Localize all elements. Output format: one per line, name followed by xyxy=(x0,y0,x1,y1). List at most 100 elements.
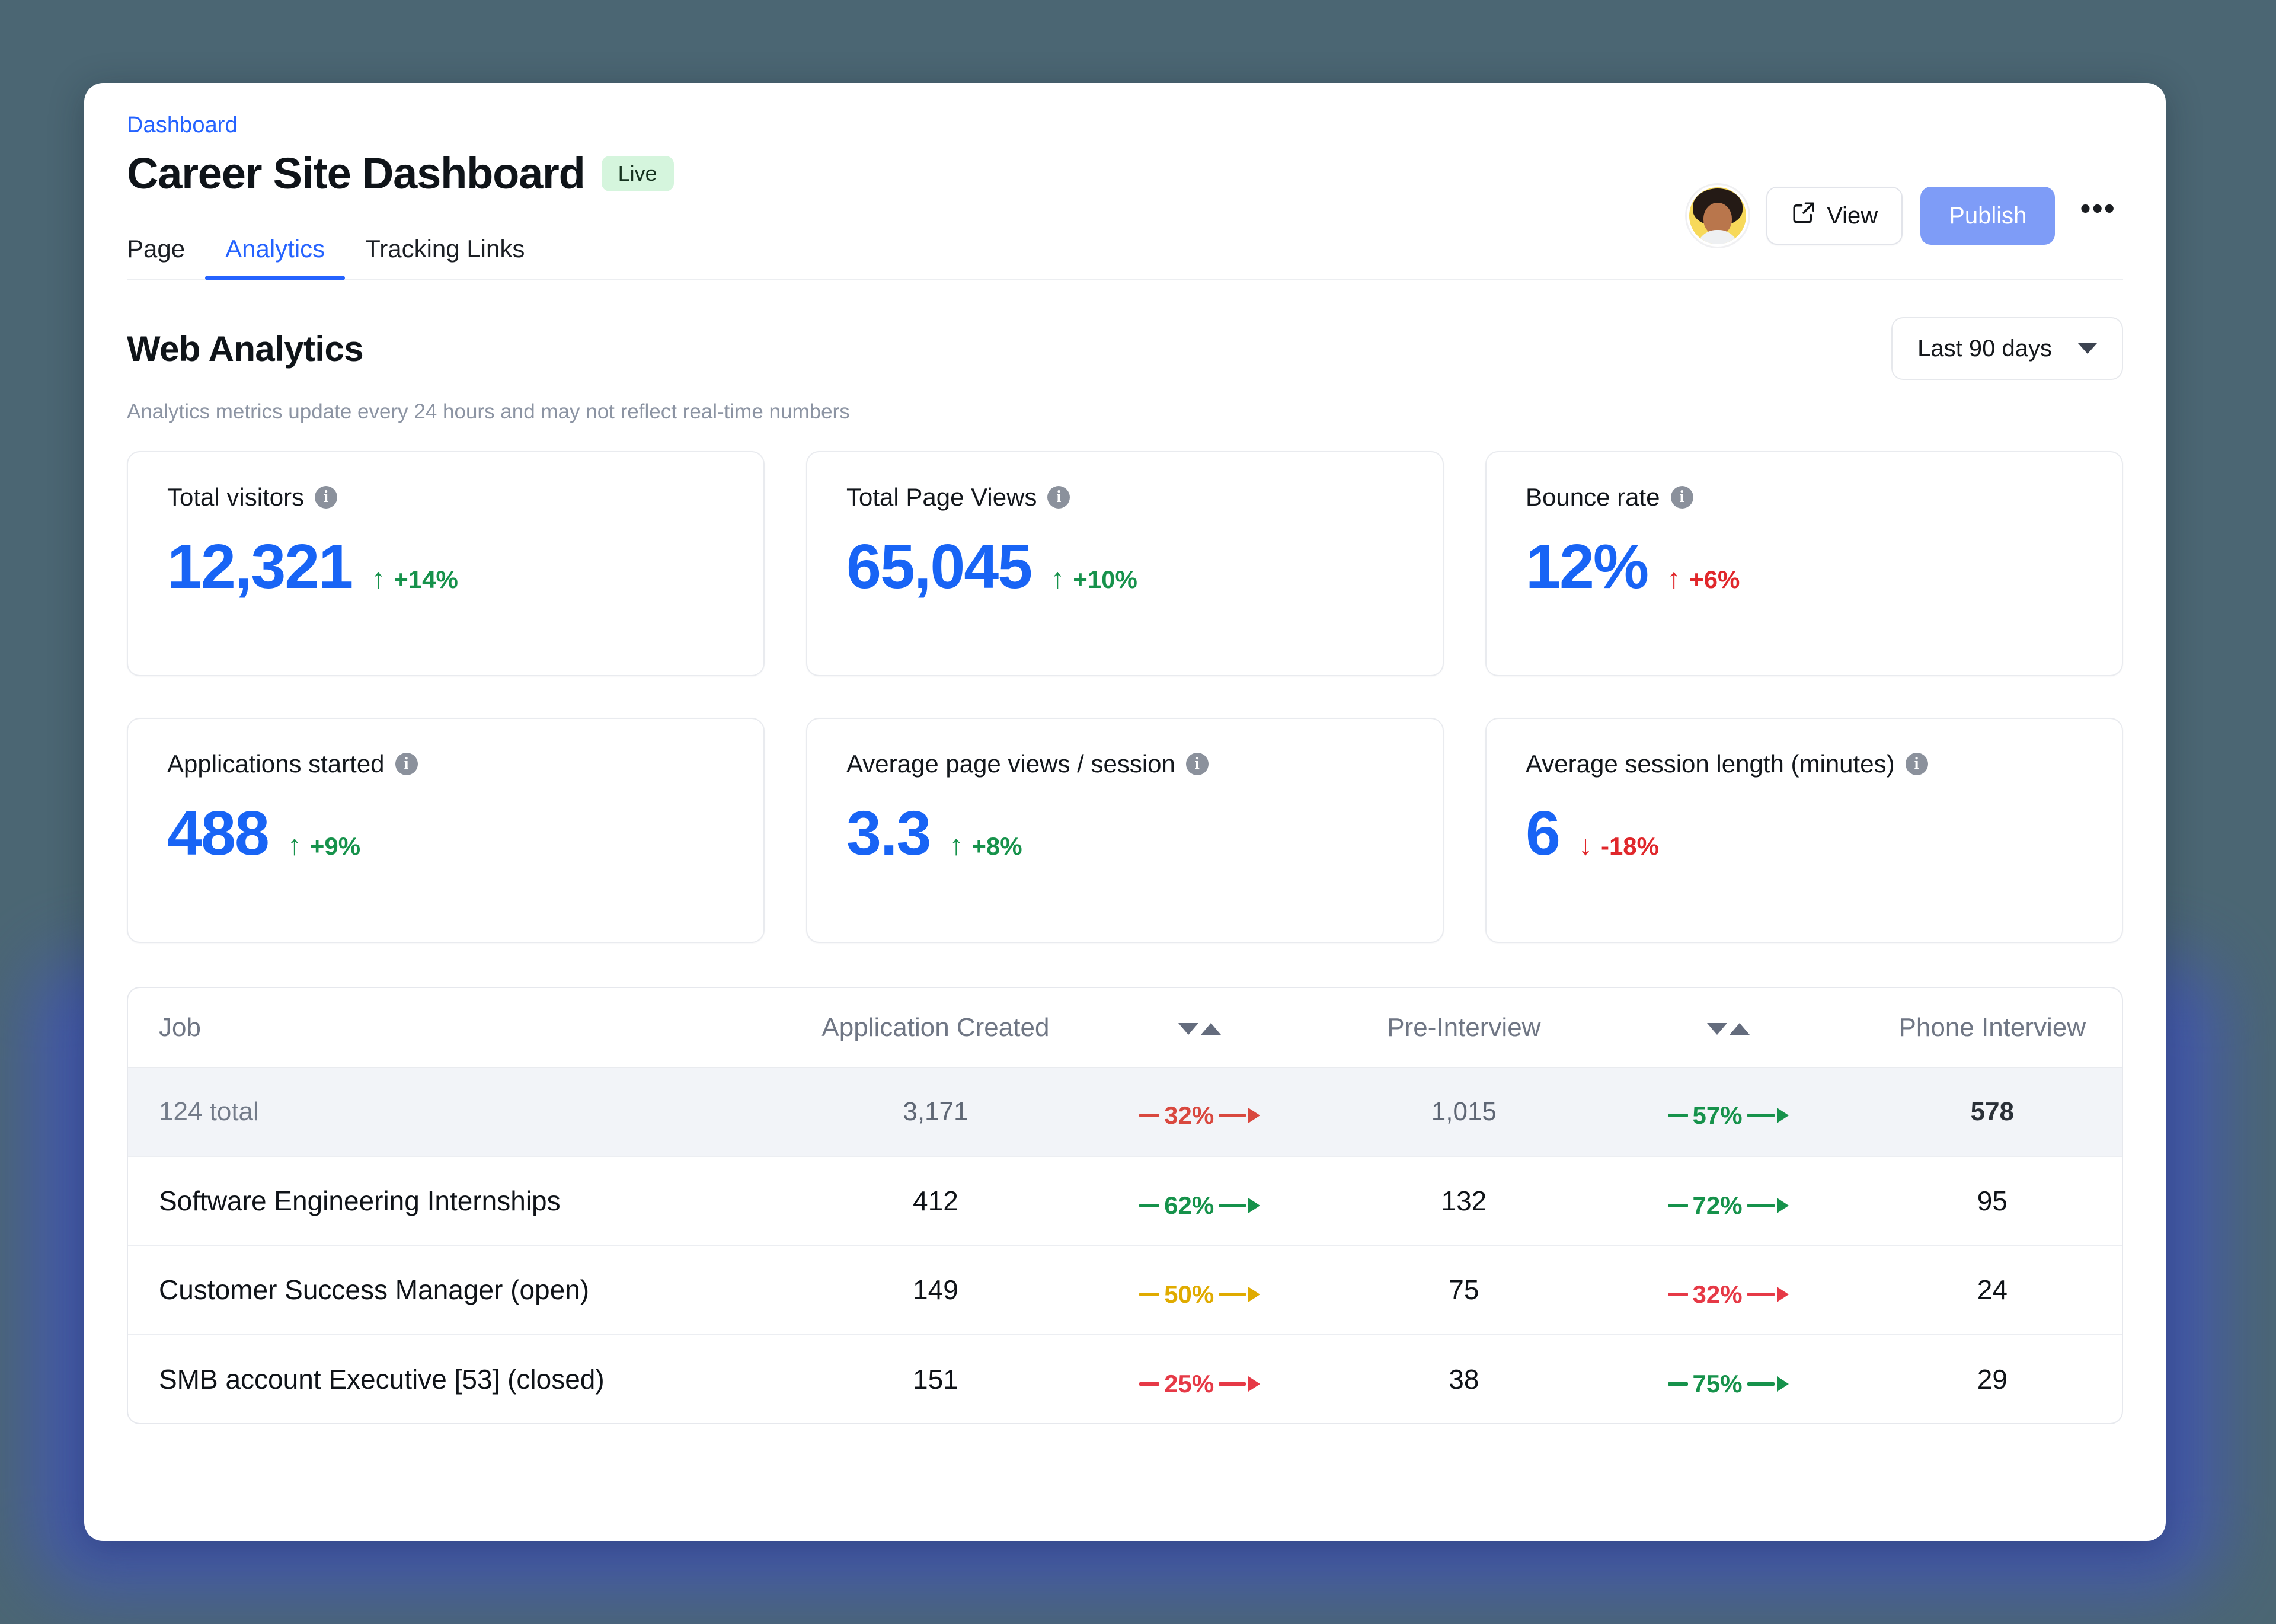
metric-value-row: 488 ↑ +9% xyxy=(167,802,724,865)
conversion-line-right xyxy=(1219,1114,1246,1117)
arrow-up-icon: ↑ xyxy=(1667,565,1681,593)
metric-delta: ↓ -18% xyxy=(1578,832,1659,861)
breadcrumb[interactable]: Dashboard xyxy=(127,111,2123,140)
arrow-right-icon xyxy=(1248,1198,1260,1213)
metric-card-avg-session-length: Average session length (minutes) i 6 ↓ -… xyxy=(1485,718,2123,943)
metric-label: Total Page Views i xyxy=(846,483,1404,512)
triangle-down-icon xyxy=(1178,1023,1198,1035)
info-icon[interactable]: i xyxy=(395,753,418,775)
info-icon[interactable]: i xyxy=(1186,753,1209,775)
conversion-value: 25% xyxy=(1164,1370,1214,1398)
metric-label: Average session length (minutes) i xyxy=(1526,750,2083,778)
metric-delta-value: +10% xyxy=(1073,565,1137,594)
arrow-up-icon: ↑ xyxy=(287,832,302,860)
column-header-sort-2[interactable] xyxy=(1594,988,1863,1067)
metric-delta: ↑ +6% xyxy=(1667,565,1740,594)
metric-label: Average page views / session i xyxy=(846,750,1404,778)
header-actions: View Publish ••• xyxy=(1687,185,2123,247)
row-pre-interview: 132 xyxy=(1334,1156,1593,1245)
totals-conversion-2: 57% xyxy=(1594,1067,1863,1156)
metric-label-text: Average page views / session xyxy=(846,750,1175,778)
row-application-created: 151 xyxy=(806,1334,1065,1423)
arrow-right-icon xyxy=(1777,1287,1789,1302)
avatar-body xyxy=(1696,230,1739,247)
date-range-select[interactable]: Last 90 days xyxy=(1891,317,2123,380)
table-row[interactable]: Software Engineering Internships 412 62%… xyxy=(128,1156,2122,1245)
arrow-up-icon: ↑ xyxy=(1050,565,1065,593)
metric-value: 12,321 xyxy=(167,535,352,598)
publish-button[interactable]: Publish xyxy=(1920,187,2055,245)
arrow-up-icon: ↑ xyxy=(371,565,385,593)
conversion-line-right xyxy=(1219,1293,1246,1296)
metric-label-text: Applications started xyxy=(167,750,385,778)
arrow-right-icon xyxy=(1248,1287,1260,1302)
info-icon[interactable]: i xyxy=(315,486,337,509)
tab-page[interactable]: Page xyxy=(127,235,205,279)
metric-delta-value: +9% xyxy=(310,832,360,861)
metric-delta: ↑ +8% xyxy=(949,832,1022,861)
info-icon[interactable]: i xyxy=(1671,486,1693,509)
metric-delta: ↑ +10% xyxy=(1050,565,1137,594)
tab-analytics[interactable]: Analytics xyxy=(205,235,345,279)
metric-card-grid: Total visitors i 12,321 ↑ +14% Total Pag… xyxy=(84,424,2166,943)
column-header-phone-interview[interactable]: Phone Interview xyxy=(1863,988,2122,1067)
arrow-up-icon: ↑ xyxy=(949,832,963,860)
publish-button-label: Publish xyxy=(1949,203,2026,229)
metric-value-row: 6 ↓ -18% xyxy=(1526,802,2083,865)
column-header-job[interactable]: Job xyxy=(128,988,806,1067)
page-header: Dashboard Career Site Dashboard Live xyxy=(84,83,2166,198)
row-application-created: 412 xyxy=(806,1156,1065,1245)
conversion-line-right xyxy=(1219,1382,1246,1386)
metric-value: 6 xyxy=(1526,802,1559,865)
metric-delta: ↑ +9% xyxy=(287,832,360,861)
metric-card-avg-page-views-session: Average page views / session i 3.3 ↑ +8% xyxy=(806,718,1444,943)
arrow-right-icon xyxy=(1248,1376,1260,1392)
row-job: Customer Success Manager (open) xyxy=(128,1245,806,1334)
conversion-value: 72% xyxy=(1693,1191,1743,1220)
funnel-table: Job Application Created Pre-Interview xyxy=(128,988,2122,1423)
sort-toggle-icon[interactable] xyxy=(1178,1023,1221,1035)
metric-card-total-visitors: Total visitors i 12,321 ↑ +14% xyxy=(127,451,765,676)
view-button-label: View xyxy=(1827,203,1878,229)
metric-delta-value: +14% xyxy=(394,565,458,594)
row-conversion-2: 32% xyxy=(1594,1245,1863,1334)
conversion-value: 75% xyxy=(1693,1370,1743,1398)
column-header-application-created[interactable]: Application Created xyxy=(806,988,1065,1067)
metric-delta-value: +8% xyxy=(971,832,1022,861)
conversion-line-left xyxy=(1139,1293,1159,1296)
table-row[interactable]: Customer Success Manager (open) 149 50% … xyxy=(128,1245,2122,1334)
view-button[interactable]: View xyxy=(1766,187,1903,245)
conversion-line-left xyxy=(1139,1114,1159,1117)
sort-toggle-icon[interactable] xyxy=(1707,1023,1750,1035)
row-conversion-1: 62% xyxy=(1065,1156,1334,1245)
conversion-value: 57% xyxy=(1693,1101,1743,1130)
triangle-up-icon xyxy=(1201,1023,1221,1035)
metric-value-row: 3.3 ↑ +8% xyxy=(846,802,1404,865)
more-options-icon[interactable]: ••• xyxy=(2073,203,2123,229)
info-icon[interactable]: i xyxy=(1906,753,1928,775)
conversion-value: 62% xyxy=(1164,1191,1214,1220)
avatar[interactable] xyxy=(1687,185,1748,247)
column-header-sort-1[interactable] xyxy=(1065,988,1334,1067)
metric-value: 3.3 xyxy=(846,802,930,865)
column-header-pre-interview[interactable]: Pre-Interview xyxy=(1334,988,1593,1067)
totals-application-created: 3,171 xyxy=(806,1067,1065,1156)
row-conversion-2: 72% xyxy=(1594,1156,1863,1245)
metric-value: 488 xyxy=(167,802,268,865)
conversion-value: 32% xyxy=(1693,1280,1743,1309)
conversion-indicator: 50% xyxy=(1139,1280,1260,1309)
chevron-down-icon xyxy=(2078,343,2097,354)
arrow-right-icon xyxy=(1777,1376,1789,1392)
tab-tracking-links[interactable]: Tracking Links xyxy=(345,235,545,279)
metric-label: Applications started i xyxy=(167,750,724,778)
row-pre-interview: 38 xyxy=(1334,1334,1593,1423)
table-row[interactable]: SMB account Executive [53] (closed) 151 … xyxy=(128,1334,2122,1423)
conversion-indicator: 25% xyxy=(1139,1370,1260,1398)
info-icon[interactable]: i xyxy=(1047,486,1070,509)
metric-label-text: Average session length (minutes) xyxy=(1526,750,1895,778)
metric-delta-value: -18% xyxy=(1601,832,1659,861)
totals-job: 124 total xyxy=(128,1067,806,1156)
row-conversion-1: 25% xyxy=(1065,1334,1334,1423)
table-body: 124 total 3,171 32% 1,015 xyxy=(128,1067,2122,1423)
table-header-row: Job Application Created Pre-Interview xyxy=(128,988,2122,1067)
